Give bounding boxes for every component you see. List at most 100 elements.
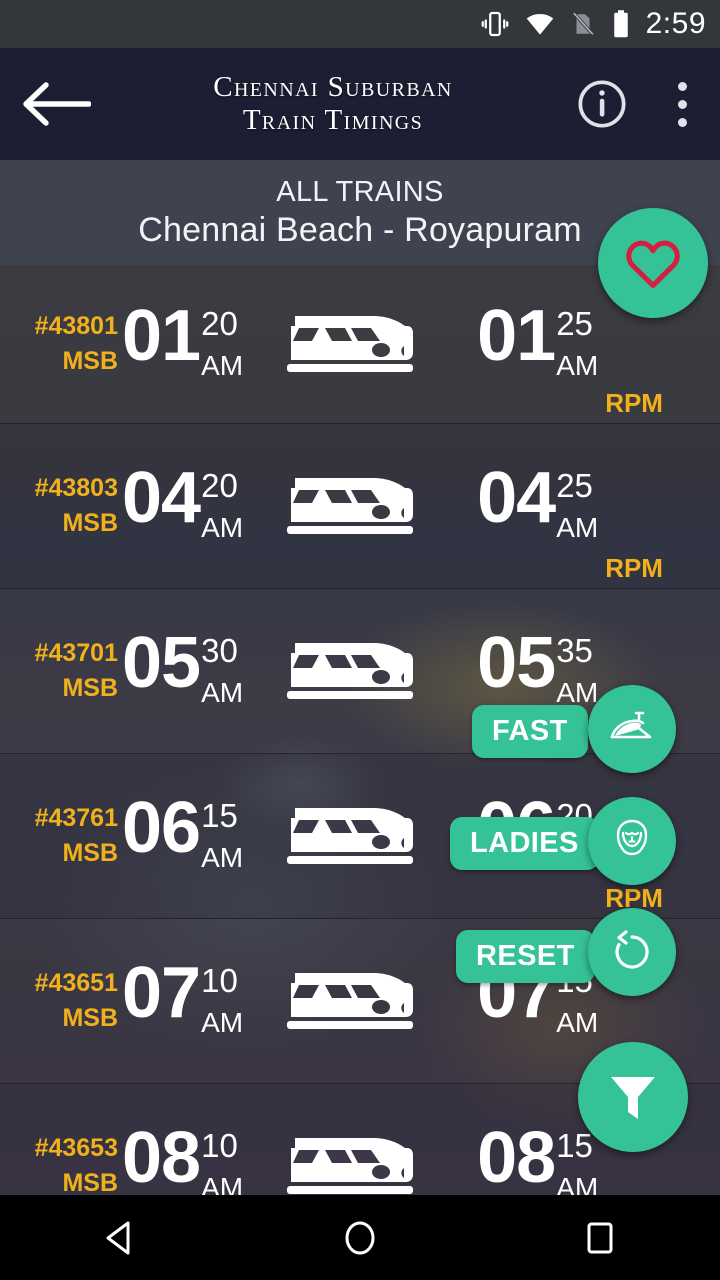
nav-back-button[interactable] <box>40 1195 200 1280</box>
departure-minute: 30 <box>201 634 238 667</box>
arrival-ampm: AM <box>556 1173 598 1195</box>
page-title: Chennai Suburban Train Timings <box>112 71 560 137</box>
reset-fab[interactable] <box>588 908 676 996</box>
departure-minute: 20 <box>201 469 238 502</box>
nav-home-button[interactable] <box>280 1195 440 1280</box>
departure-time: 04 20 AM <box>122 469 243 542</box>
table-row[interactable]: #43803 MSB 04 20 AM <box>0 424 720 589</box>
reset-filter-label[interactable]: RESET <box>456 930 595 983</box>
departure-minute: 15 <box>201 799 238 832</box>
destination-station: RPM <box>605 553 663 584</box>
menu-dot-icon <box>678 118 687 127</box>
train-number: #43761 <box>35 806 118 831</box>
origin-station: MSB <box>62 349 118 374</box>
train-icon <box>285 963 415 1040</box>
departure-time: 05 30 AM <box>122 634 243 707</box>
departure-hour: 07 <box>122 964 200 1023</box>
departure-ampm: AM <box>201 678 243 707</box>
departure-ampm: AM <box>201 1008 243 1037</box>
departure-time: 07 10 AM <box>122 964 243 1037</box>
departure-ampm: AM <box>201 351 243 380</box>
arrival-time: 01 25 AM <box>477 307 598 380</box>
departure-hour: 06 <box>122 799 200 858</box>
train-icon <box>285 798 415 875</box>
funnel-icon <box>607 1069 659 1125</box>
departure-hour: 04 <box>122 469 200 528</box>
train-icon <box>285 1128 415 1196</box>
no-sim-icon <box>570 9 596 39</box>
page-title-line1: Chennai Suburban <box>112 71 554 104</box>
arrival-hour: 05 <box>477 634 555 693</box>
system-navigation-bar <box>0 1195 720 1280</box>
train-code-column: #43653 MSB <box>0 1136 118 1195</box>
fast-train-fab[interactable] <box>588 685 676 773</box>
arrival-hour: 08 <box>477 1129 555 1188</box>
woman-face-icon <box>606 815 658 867</box>
train-icon <box>285 633 415 710</box>
route-header-route: Chennai Beach - Royapuram <box>138 211 581 250</box>
train-code-column: #43803 MSB <box>0 476 118 536</box>
filter-fab[interactable] <box>578 1042 688 1152</box>
back-triangle-icon <box>102 1219 138 1257</box>
favourite-fab[interactable] <box>598 208 708 318</box>
arrival-minute: 15 <box>556 1129 593 1162</box>
home-circle-icon <box>341 1218 379 1258</box>
app-bar: Chennai Suburban Train Timings <box>0 48 720 160</box>
heart-icon <box>624 236 682 290</box>
nav-recents-button[interactable] <box>520 1195 680 1280</box>
departure-minute: 10 <box>201 964 238 997</box>
departure-ampm: AM <box>201 843 243 872</box>
info-icon <box>576 78 628 130</box>
arrival-time: 08 15 AM <box>477 1129 598 1195</box>
departure-minute: 10 <box>201 1129 238 1162</box>
train-icon <box>285 468 415 545</box>
arrival-minute: 25 <box>556 469 593 502</box>
arrival-minute: 35 <box>556 634 593 667</box>
departure-ampm: AM <box>201 1173 243 1195</box>
vibrate-icon <box>480 9 510 39</box>
train-code-column: #43701 MSB <box>0 641 118 701</box>
origin-station: MSB <box>62 676 118 701</box>
departure-time: 06 15 AM <box>122 799 243 872</box>
back-button[interactable] <box>0 48 112 160</box>
battery-icon <box>610 9 632 39</box>
origin-station: MSB <box>62 841 118 866</box>
train-number: #43651 <box>35 971 118 996</box>
arrival-ampm: AM <box>556 351 598 380</box>
departure-minute: 20 <box>201 307 238 340</box>
recents-square-icon <box>582 1218 618 1258</box>
fast-filter-label[interactable]: FAST <box>472 705 588 758</box>
wifi-icon <box>524 9 556 39</box>
train-code-column: #43801 MSB <box>0 314 118 374</box>
destination-station: RPM <box>605 388 663 419</box>
train-number: #43701 <box>35 641 118 666</box>
menu-dot-icon <box>678 100 687 109</box>
departure-hour: 05 <box>122 634 200 693</box>
info-button[interactable] <box>560 48 644 160</box>
departure-ampm: AM <box>201 513 243 542</box>
refresh-ccw-icon <box>606 926 658 978</box>
arrival-hour: 01 <box>477 307 555 366</box>
fast-train-icon <box>606 707 658 751</box>
departure-time: 01 20 AM <box>122 307 243 380</box>
origin-station: MSB <box>62 1171 118 1195</box>
status-time: 2:59 <box>646 9 706 39</box>
page-title-line2: Train Timings <box>112 104 554 137</box>
status-bar: 2:59 <box>0 0 720 48</box>
arrival-time: 05 35 AM <box>477 634 598 707</box>
origin-station: MSB <box>62 511 118 536</box>
overflow-menu-button[interactable] <box>644 48 720 160</box>
ladies-filter-label[interactable]: LADIES <box>450 817 599 870</box>
departure-hour: 01 <box>122 307 200 366</box>
departure-time: 08 10 AM <box>122 1129 243 1195</box>
train-icon <box>285 306 415 383</box>
ladies-special-fab[interactable] <box>588 797 676 885</box>
arrival-hour: 04 <box>477 469 555 528</box>
train-number: #43801 <box>35 314 118 339</box>
train-code-column: #43761 MSB <box>0 806 118 866</box>
arrival-time: 04 25 AM <box>477 469 598 542</box>
train-number: #43803 <box>35 476 118 501</box>
origin-station: MSB <box>62 1006 118 1031</box>
arrival-minute: 25 <box>556 307 593 340</box>
arrival-ampm: AM <box>556 513 598 542</box>
